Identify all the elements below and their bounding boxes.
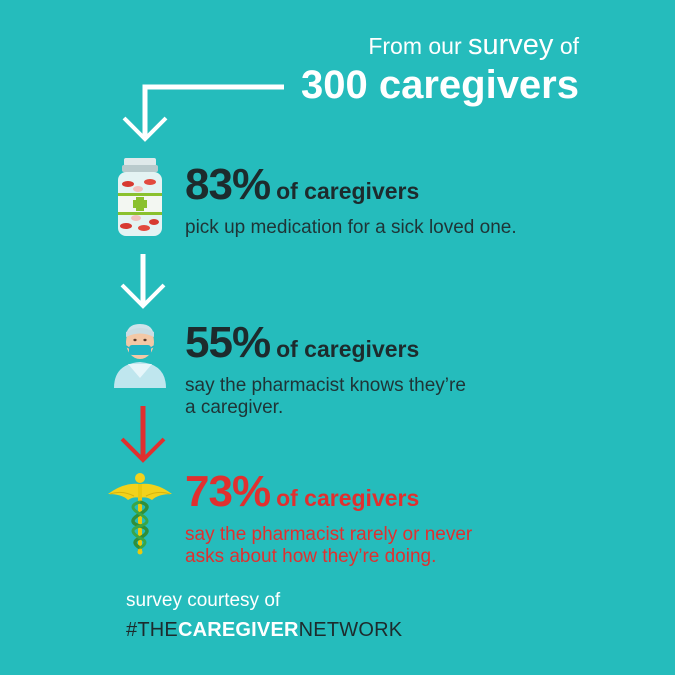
- survey-suffix: of: [559, 33, 579, 59]
- stat-pharmacist-knows-heading: 55% of caregivers: [185, 321, 466, 375]
- caduceus-icon: [108, 473, 172, 555]
- stat-pharmacist-asks-description-line1: say the pharmacist rarely or never: [185, 524, 473, 545]
- hashtag-prefix: #THE: [126, 619, 178, 641]
- stat-pharmacist-knows-label: of caregivers: [276, 336, 420, 362]
- pill-bottle-icon: [118, 158, 162, 236]
- hashtag-suffix: NETWORK: [298, 619, 403, 641]
- pharmacist-icon: [114, 324, 166, 388]
- survey-word: survey: [468, 29, 554, 61]
- stat-pharmacist-knows-description-line2: a caregiver.: [185, 397, 284, 418]
- stat-medication-heading: 83% of caregivers: [185, 163, 517, 217]
- stat-pharmacist-asks-description-line2: asks about how they’re doing.: [185, 546, 437, 567]
- stat-pharmacist-knows: 55% of caregivers say the pharmacist know…: [185, 321, 466, 419]
- survey-headline: 300 caregivers: [300, 63, 579, 107]
- infographic-canvas: From our survey of 300 caregivers 83% of …: [0, 0, 675, 675]
- survey-credit: survey courtesy of: [126, 590, 281, 611]
- down-arrow-1: [120, 254, 166, 309]
- header-connector-arrow: [122, 84, 284, 142]
- stat-pharmacist-asks-label: of caregivers: [276, 485, 420, 511]
- down-arrow-red: [120, 406, 166, 463]
- stat-medication-description: pick up medication for a sick loved one.: [185, 217, 517, 238]
- caregiver-network-hashtag: #THECAREGIVERNETWORK: [126, 618, 402, 642]
- survey-prefix: From our: [368, 33, 462, 59]
- stat-medication: 83% of caregivers pick up medication for …: [185, 163, 517, 239]
- stat-pharmacist-asks-heading: 73% of caregivers: [185, 470, 472, 524]
- stat-pharmacist-asks: 73% of caregivers say the pharmacist rare…: [185, 470, 472, 568]
- stat-pharmacist-asks-percent: 73%: [185, 467, 271, 516]
- stat-medication-label: of caregivers: [276, 178, 420, 204]
- survey-header: From our survey of 300 caregivers: [301, 30, 579, 107]
- survey-intro: From our survey of: [301, 30, 579, 61]
- stat-medication-percent: 83%: [185, 160, 271, 209]
- stat-pharmacist-knows-percent: 55%: [185, 318, 271, 367]
- hashtag-bold: CAREGIVER: [177, 619, 299, 641]
- stat-pharmacist-knows-description-line1: say the pharmacist knows they’re: [185, 375, 466, 396]
